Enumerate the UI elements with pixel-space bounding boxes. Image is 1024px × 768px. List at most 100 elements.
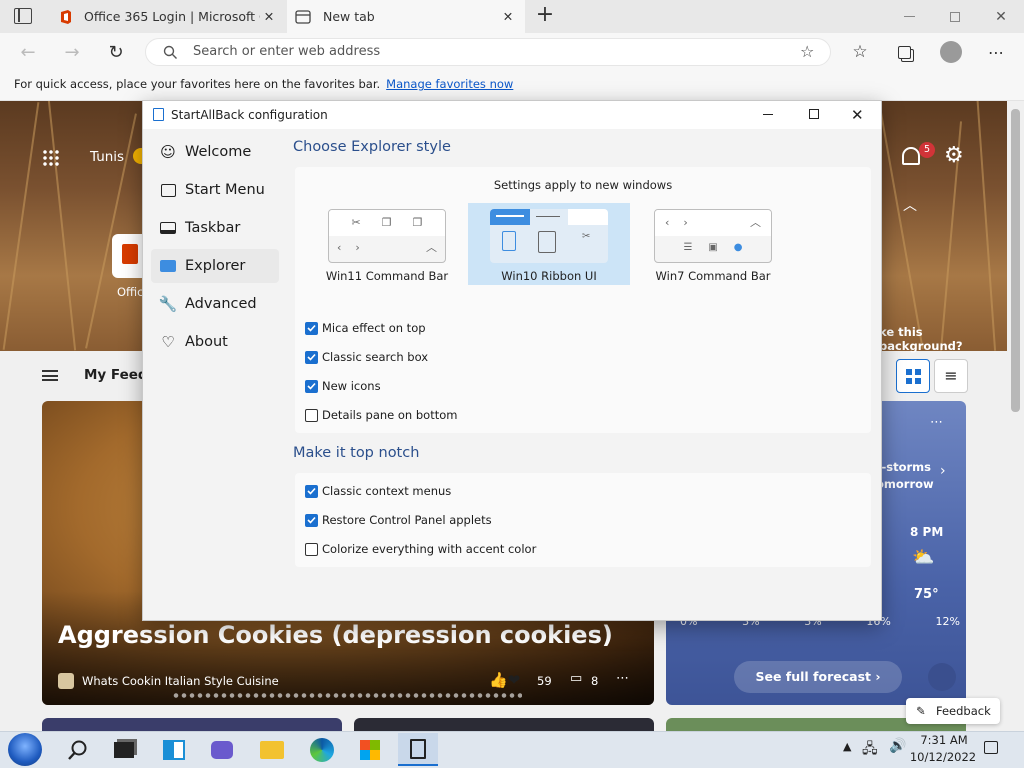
clock-time[interactable]: 7:31 AM bbox=[920, 733, 968, 747]
checkbox[interactable] bbox=[305, 542, 318, 556]
weather-avatar[interactable] bbox=[928, 663, 956, 691]
add-favorite-icon[interactable]: ☆ bbox=[800, 42, 814, 61]
start-menu-icon bbox=[151, 183, 185, 197]
dialog-maximize-icon[interactable] bbox=[809, 109, 819, 119]
sidebar-item-welcome[interactable]: ☺ Welcome bbox=[151, 135, 279, 169]
clock-date[interactable]: 10/12/2022 bbox=[908, 750, 978, 764]
taskbar-icon bbox=[151, 222, 185, 234]
background-question[interactable]: ke this background? bbox=[879, 325, 1007, 353]
source-avatar bbox=[58, 673, 74, 689]
comment-icon[interactable]: ▭ bbox=[570, 671, 582, 686]
explorer-style-panel: Settings apply to new windows ✂ ❐ ❐ ‹ › … bbox=[295, 167, 871, 433]
option-colorize[interactable]: Colorize everything with accent color bbox=[305, 542, 536, 556]
checkbox[interactable] bbox=[305, 321, 318, 335]
refresh-icon[interactable]: ↻ bbox=[102, 40, 130, 64]
see-forecast-label: See full forecast bbox=[755, 669, 871, 684]
notification-badge: 5 bbox=[919, 142, 935, 158]
address-bar[interactable]: Search or enter web address ☆ bbox=[145, 38, 831, 66]
sidebar-item-label: Taskbar bbox=[185, 220, 241, 236]
checkbox[interactable] bbox=[305, 513, 318, 527]
file-explorer-icon[interactable] bbox=[252, 733, 292, 766]
grid-view-icon bbox=[906, 369, 921, 384]
weather-alert[interactable]: t-storms omorrow bbox=[876, 459, 934, 493]
checkbox[interactable] bbox=[305, 379, 318, 393]
close-tab-icon[interactable]: ✕ bbox=[260, 8, 278, 26]
page-scrollbar[interactable] bbox=[1007, 101, 1024, 731]
profile-avatar[interactable] bbox=[940, 41, 962, 63]
sidebar-item-explorer[interactable]: Explorer bbox=[151, 249, 279, 283]
my-feed-label[interactable]: My Feed bbox=[84, 367, 148, 383]
option-classic-context-menus[interactable]: Classic context menus bbox=[305, 484, 451, 498]
reactions-icon[interactable]: 👍❤ bbox=[489, 671, 520, 689]
checkbox[interactable] bbox=[305, 408, 318, 422]
favorites-icon[interactable]: ☆ bbox=[846, 40, 874, 64]
apps-grid-icon[interactable] bbox=[42, 149, 60, 167]
option-mica[interactable]: Mica effect on top bbox=[305, 321, 426, 335]
checkbox[interactable] bbox=[305, 350, 318, 364]
show-hidden-icons[interactable]: ▲ bbox=[843, 740, 851, 753]
startallback-taskbar-icon[interactable] bbox=[398, 733, 438, 766]
tab-new-tab[interactable]: New tab ✕ bbox=[287, 0, 525, 33]
option-details-pane[interactable]: Details pane on bottom bbox=[305, 408, 457, 422]
notification-center-icon[interactable] bbox=[984, 741, 998, 754]
forecast-temp: 75° bbox=[914, 587, 939, 602]
option-new-icons[interactable]: New icons bbox=[305, 379, 381, 393]
tab-actions-icon[interactable] bbox=[14, 8, 32, 24]
carousel-dots[interactable] bbox=[172, 693, 522, 698]
style-option-win11[interactable]: ✂ ❐ ❐ ‹ › ︿ Win11 Command Bar bbox=[323, 203, 451, 285]
dialog-minimize-icon[interactable] bbox=[763, 114, 773, 115]
option-classic-search[interactable]: Classic search box bbox=[305, 350, 428, 364]
style-option-win10[interactable]: ✂ Win10 Ribbon UI bbox=[468, 203, 630, 285]
option-label: New icons bbox=[322, 379, 381, 393]
grid-view-button[interactable] bbox=[896, 359, 930, 393]
option-control-panel[interactable]: Restore Control Panel applets bbox=[305, 513, 492, 527]
store-icon[interactable] bbox=[350, 733, 390, 766]
see-forecast-button[interactable]: See full forecast › bbox=[734, 661, 902, 693]
article-title: Aggression Cookies (depression cookies) bbox=[58, 621, 613, 649]
new-tab-button[interactable]: + bbox=[535, 4, 555, 28]
office-tile[interactable] bbox=[112, 234, 142, 278]
collapse-chevron-icon[interactable]: ︿ bbox=[903, 195, 917, 215]
tab-office365[interactable]: Office 365 Login | Microsoft Offi ✕ bbox=[50, 0, 286, 33]
close-window-icon[interactable]: ✕ bbox=[978, 0, 1024, 33]
sidebar-item-about[interactable]: ♡ About bbox=[151, 325, 279, 359]
more-menu-icon[interactable]: ⋯ bbox=[982, 40, 1010, 64]
forward-icon[interactable]: → bbox=[58, 40, 86, 64]
minimize-icon[interactable] bbox=[886, 0, 932, 33]
search-taskbar-icon[interactable] bbox=[58, 733, 98, 766]
task-view-icon[interactable] bbox=[104, 733, 144, 766]
list-view-button[interactable]: ≡ bbox=[934, 359, 968, 393]
volume-icon[interactable]: 🔊 bbox=[889, 738, 906, 754]
collections-icon[interactable] bbox=[890, 40, 918, 64]
feed-card[interactable] bbox=[354, 718, 654, 731]
weather-more-icon[interactable]: ⋯ bbox=[930, 415, 943, 430]
wrench-icon: 🔧 bbox=[158, 295, 178, 313]
location-label[interactable]: Tunis bbox=[90, 149, 124, 165]
dialog-title-bar[interactable]: StartAllBack configuration ✕ bbox=[143, 101, 881, 129]
feed-card[interactable] bbox=[42, 718, 342, 731]
feed-menu-icon[interactable] bbox=[42, 370, 58, 381]
feedback-button[interactable]: ✎ Feedback bbox=[906, 698, 1000, 724]
network-icon[interactable]: 🖧 bbox=[862, 738, 878, 762]
feedback-icon: ✎ bbox=[916, 704, 926, 718]
notifications-bell-icon[interactable] bbox=[902, 147, 920, 165]
settings-gear-icon[interactable]: ⚙ bbox=[944, 143, 964, 168]
edge-icon[interactable] bbox=[302, 733, 342, 766]
manage-favorites-link[interactable]: Manage favorites now bbox=[386, 77, 513, 91]
start-orb[interactable] bbox=[8, 733, 42, 766]
article-more-icon[interactable]: ⋯ bbox=[616, 671, 629, 686]
widgets-icon[interactable] bbox=[154, 733, 194, 766]
feedback-label: Feedback bbox=[936, 704, 991, 718]
sidebar-item-start-menu[interactable]: Start Menu bbox=[151, 173, 279, 207]
back-icon[interactable]: ← bbox=[14, 40, 42, 64]
sidebar-item-advanced[interactable]: 🔧 Advanced bbox=[151, 287, 279, 321]
chat-icon[interactable] bbox=[202, 733, 242, 766]
style-option-win7[interactable]: ‹ › ︿ ☰ ▣ ● Win7 Command Bar bbox=[647, 203, 779, 285]
sidebar-item-taskbar[interactable]: Taskbar bbox=[151, 211, 279, 245]
article-source[interactable]: Whats Cookin Italian Style Cuisine bbox=[82, 674, 279, 688]
close-tab-icon[interactable]: ✕ bbox=[499, 8, 517, 26]
checkbox[interactable] bbox=[305, 484, 318, 498]
dialog-close-icon[interactable]: ✕ bbox=[851, 101, 864, 129]
restore-icon[interactable] bbox=[932, 0, 978, 33]
alert-chevron-icon[interactable]: › bbox=[940, 463, 946, 479]
